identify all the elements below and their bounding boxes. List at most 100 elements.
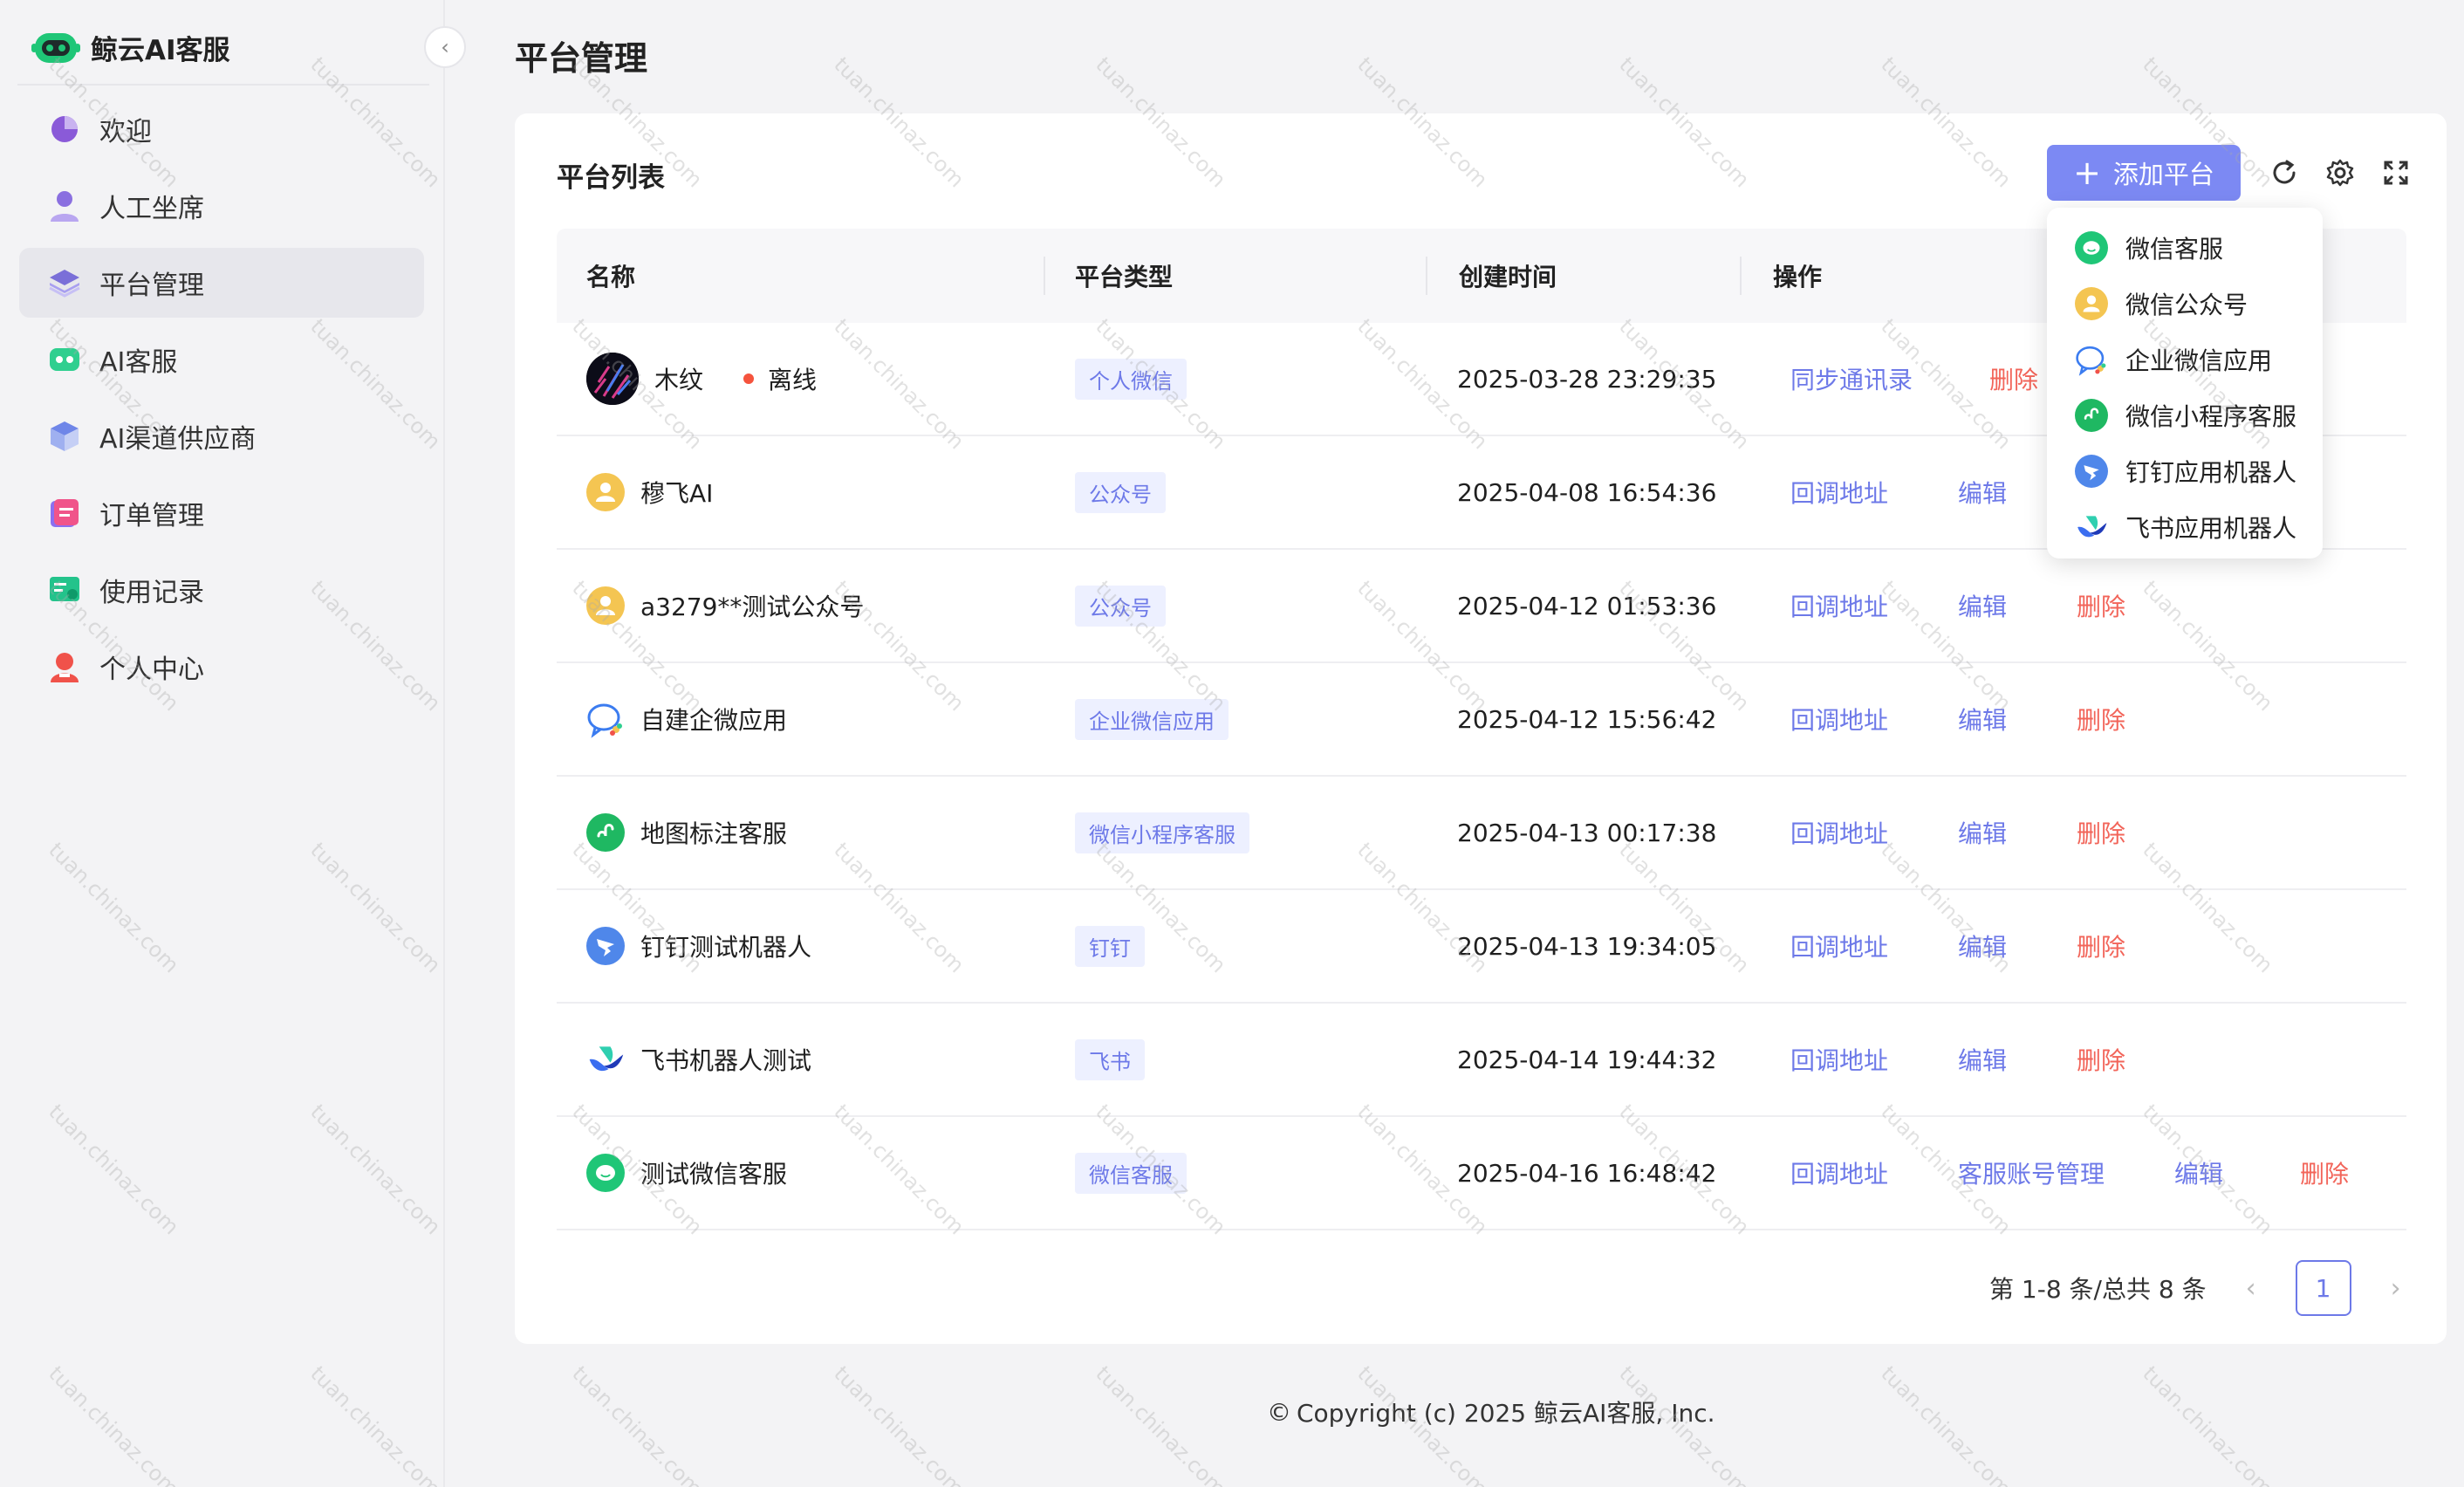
- platform-type-tag: 公众号: [1075, 585, 1166, 627]
- divider: [17, 84, 429, 86]
- feishu-icon: [586, 1040, 625, 1079]
- sidebar-item-platform[interactable]: 平台管理: [19, 248, 424, 318]
- callback-url-link[interactable]: 回调地址: [1790, 663, 1888, 775]
- platform-type-tag: 个人微信: [1075, 358, 1187, 400]
- dropdown-item-label: 企业微信应用: [2125, 346, 2273, 375]
- delete-link[interactable]: 删除: [2077, 890, 2125, 1002]
- sidebar-item-label: 平台管理: [99, 271, 204, 301]
- refresh-icon[interactable]: [2265, 154, 2303, 192]
- sidebar: 鲸云AI客服 ‹ 欢迎 人工坐席 平台管理 AI客服 AI渠道供应商 订单管理 …: [0, 0, 466, 1487]
- edit-link[interactable]: 编辑: [1958, 436, 2007, 548]
- created-time: 2025-04-12 01:53:36: [1457, 591, 1717, 620]
- platform-type-tag: 微信小程序客服: [1075, 812, 1249, 853]
- add-platform-label: 添加平台: [2112, 160, 2214, 189]
- edit-link[interactable]: 编辑: [1958, 777, 2007, 888]
- delete-link[interactable]: 删除: [1989, 323, 2038, 435]
- dropdown-item-wecom[interactable]: 企业微信应用: [2047, 332, 2323, 387]
- sidebar-item-orders[interactable]: 订单管理: [19, 478, 424, 548]
- card-title: 平台列表: [557, 162, 665, 194]
- edit-link[interactable]: 编辑: [1958, 890, 2007, 1002]
- edit-link[interactable]: 编辑: [1958, 663, 2007, 775]
- platform-name: 钉钉测试机器人: [640, 933, 812, 962]
- dingtalk-icon: [586, 927, 625, 965]
- callback-url-link[interactable]: 回调地址: [1790, 1004, 1888, 1115]
- feishu-icon: [2075, 511, 2108, 544]
- person-icon: [47, 649, 82, 684]
- fullscreen-icon[interactable]: [2377, 154, 2415, 192]
- table-row: 飞书机器人测试 飞书 2025-04-14 19:44:32 回调地址 编辑 删…: [557, 1004, 2406, 1117]
- callback-url-link[interactable]: 回调地址: [1790, 777, 1888, 888]
- platform-name: 飞书机器人测试: [640, 1046, 812, 1075]
- status-text: 离线: [768, 366, 818, 394]
- delete-link[interactable]: 删除: [2300, 1117, 2349, 1229]
- platform-name: 穆飞AI: [640, 479, 714, 508]
- edit-link[interactable]: 编辑: [1958, 1004, 2007, 1115]
- mini-program-icon: [2075, 399, 2108, 432]
- platform-type-tag: 钉钉: [1075, 925, 1145, 967]
- dropdown-item-wechat-official[interactable]: 微信公众号: [2047, 276, 2323, 332]
- page-button-current[interactable]: 1: [2295, 1260, 2351, 1316]
- sidebar-item-profile[interactable]: 个人中心: [19, 632, 424, 702]
- column-divider: [1740, 257, 1742, 295]
- column-header-type: 平台类型: [1075, 263, 1174, 291]
- add-platform-button[interactable]: + 添加平台: [2047, 145, 2241, 201]
- table-row: 地图标注客服 微信小程序客服 2025-04-13 00:17:38 回调地址 …: [557, 777, 2406, 890]
- sync-contacts-link[interactable]: 同步通讯录: [1790, 323, 1913, 435]
- dropdown-item-label: 微信小程序客服: [2125, 402, 2297, 431]
- dropdown-item-dingtalk[interactable]: 钉钉应用机器人: [2047, 443, 2323, 499]
- sidebar-item-ai-service[interactable]: AI客服: [19, 325, 424, 394]
- sidebar-item-agents[interactable]: 人工坐席: [19, 171, 424, 241]
- wechat-official-icon: [2075, 287, 2108, 320]
- brand[interactable]: 鲸云AI客服: [31, 19, 230, 75]
- sidebar-item-welcome[interactable]: 欢迎: [19, 94, 424, 164]
- plus-icon: +: [2073, 154, 2101, 192]
- manage-service-accounts-link[interactable]: 客服账号管理: [1958, 1117, 2105, 1229]
- table-row: 测试微信客服 微信客服 2025-04-16 16:48:42 回调地址 客服账…: [557, 1117, 2406, 1230]
- delete-link[interactable]: 删除: [2077, 1004, 2125, 1115]
- dropdown-item-feishu[interactable]: 飞书应用机器人: [2047, 499, 2323, 555]
- platform-type-tag: 飞书: [1075, 1038, 1145, 1080]
- platform-name: 木纹: [654, 366, 704, 394]
- settings-icon[interactable]: [2321, 154, 2359, 192]
- column-header-actions: 操作: [1773, 263, 1823, 291]
- dropdown-item-wechat-service[interactable]: 微信客服: [2047, 220, 2323, 276]
- dingtalk-icon: [2075, 455, 2108, 488]
- created-time: 2025-04-13 00:17:38: [1457, 818, 1717, 847]
- delete-link[interactable]: 删除: [2077, 550, 2125, 661]
- wechat-official-icon: [586, 473, 625, 511]
- avatar: [586, 353, 639, 405]
- callback-url-link[interactable]: 回调地址: [1790, 890, 1888, 1002]
- mini-program-icon: [586, 813, 625, 852]
- page-title: 平台管理: [515, 39, 648, 78]
- wecom-icon: [586, 700, 625, 738]
- delete-link[interactable]: 删除: [2077, 777, 2125, 888]
- prev-page-icon[interactable]: ‹: [2229, 1273, 2273, 1304]
- robot-icon: [47, 342, 82, 377]
- sidebar-item-ai-vendor[interactable]: AI渠道供应商: [19, 401, 424, 471]
- callback-url-link[interactable]: 回调地址: [1790, 1117, 1888, 1229]
- callback-url-link[interactable]: 回调地址: [1790, 436, 1888, 548]
- cube-icon: [47, 419, 82, 454]
- edit-link[interactable]: 编辑: [1958, 550, 2007, 661]
- add-platform-dropdown: 微信客服 微信公众号 企业微信应用 微信小程序客服 钉钉应用机器人 飞书应用机器…: [2047, 208, 2323, 558]
- collapse-sidebar-button[interactable]: ‹: [424, 26, 466, 68]
- delete-link[interactable]: 删除: [2077, 663, 2125, 775]
- copyright-icon: ©: [1267, 1397, 1291, 1427]
- footer: © Copyright (c) 2025 鲸云AI客服, Inc.: [0, 1394, 2464, 1429]
- sidebar-item-records[interactable]: 使用记录: [19, 555, 424, 625]
- copyright-text: Copyright (c) 2025 鲸云AI客服, Inc.: [1297, 1399, 1715, 1428]
- dropdown-item-mini-program[interactable]: 微信小程序客服: [2047, 387, 2323, 443]
- dropdown-item-label: 微信公众号: [2125, 291, 2248, 319]
- user-icon: [47, 188, 82, 223]
- callback-url-link[interactable]: 回调地址: [1790, 550, 1888, 661]
- layers-icon: [47, 265, 82, 300]
- order-icon: [47, 496, 82, 531]
- edit-link[interactable]: 编辑: [2174, 1117, 2223, 1229]
- next-page-icon[interactable]: ›: [2374, 1273, 2418, 1304]
- table-row: a3279**测试公众号 公众号 2025-04-12 01:53:36 回调地…: [557, 550, 2406, 663]
- app-name: 鲸云AI客服: [91, 34, 230, 66]
- created-time: 2025-04-16 16:48:42: [1457, 1158, 1717, 1188]
- created-time: 2025-04-08 16:54:36: [1457, 477, 1717, 507]
- platform-name: 地图标注客服: [640, 819, 788, 848]
- dropdown-item-label: 微信客服: [2125, 235, 2224, 264]
